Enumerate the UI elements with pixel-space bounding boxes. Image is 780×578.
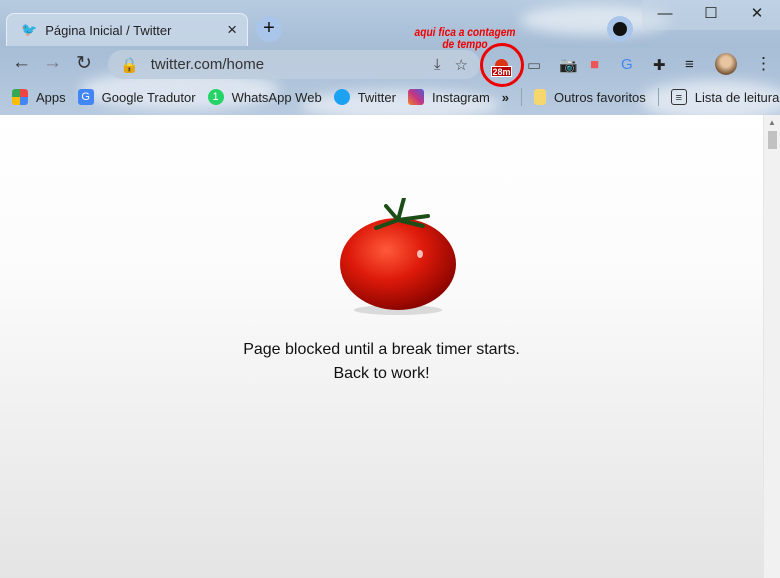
record-extension-icon[interactable]: ■ [590, 56, 599, 73]
apps-grid-icon [12, 89, 28, 105]
tab-title: Página Inicial / Twitter [45, 22, 172, 38]
bookmarks-more-button[interactable]: » [502, 90, 509, 105]
url-text: twitter.com/home [150, 56, 265, 73]
twitter-icon: 🐦 [21, 22, 38, 37]
tab-close-button[interactable]: × [227, 20, 237, 40]
reload-button[interactable]: ↻ [76, 52, 92, 75]
browser-chrome: 🐦 Página Inicial / Twitter × + — ☐ ✕ ← →… [0, 0, 780, 115]
blocked-message: Page blocked until a break timer starts. [243, 341, 520, 358]
bookmark-apps[interactable]: Apps [12, 89, 66, 105]
address-bar[interactable]: 🔒 twitter.com/home ⤓ ☆ [108, 50, 480, 79]
back-to-work-message: Back to work! [333, 365, 430, 382]
avatar[interactable] [715, 53, 737, 75]
instagram-icon [407, 89, 424, 105]
new-tab-button[interactable]: + [256, 16, 282, 42]
page-content: Page blocked until a break timer starts.… [0, 115, 763, 578]
reading-list-button[interactable]: ≡ Lista de leitura [670, 89, 779, 105]
scrollbar-thumb[interactable] [768, 131, 777, 149]
cast-extension-icon[interactable]: ▭ [527, 56, 541, 74]
menu-button[interactable]: ⋮ [755, 54, 772, 74]
install-icon[interactable]: ⤓ [434, 56, 441, 73]
bookmark-whatsapp[interactable]: 1 WhatsApp Web [207, 89, 322, 105]
bookmark-star-icon[interactable]: ☆ [455, 56, 468, 74]
maximize-button[interactable]: ☐ [688, 0, 734, 30]
back-button[interactable]: ← [12, 52, 31, 74]
pomodoro-extension-button[interactable]: 28m [491, 59, 512, 77]
extensions-puzzle-icon[interactable]: ✚ [653, 56, 666, 74]
bookmark-google-tradutor[interactable]: G Google Tradutor [77, 89, 196, 105]
folder-icon [534, 89, 547, 105]
tomato-image [340, 198, 456, 315]
divider [521, 88, 523, 106]
tab-search-button[interactable] [607, 16, 633, 42]
bookmark-other-favorites[interactable]: Outros favoritos [534, 89, 646, 105]
close-window-button[interactable]: ✕ [734, 0, 780, 30]
twitter-icon [333, 89, 350, 105]
divider [657, 88, 659, 106]
minimize-button[interactable]: — [642, 0, 688, 30]
google-translate-icon: G [77, 89, 94, 105]
timer-badge: 28m [491, 66, 512, 77]
lock-icon: 🔒 [120, 56, 139, 74]
media-control-icon[interactable]: ≡ [685, 56, 694, 73]
bookmark-twitter[interactable]: Twitter [333, 89, 396, 105]
scroll-up-arrow[interactable]: ▲ [768, 118, 776, 127]
tab-twitter[interactable]: 🐦 Página Inicial / Twitter × [6, 13, 248, 46]
whatsapp-icon: 1 [207, 89, 224, 105]
translate-extension-icon[interactable]: G [621, 56, 633, 73]
scrollbar[interactable]: ▲ [763, 115, 780, 578]
reading-list-icon: ≡ [670, 89, 687, 105]
camera-extension-icon[interactable]: 📷 [559, 56, 578, 74]
forward-button[interactable]: → [43, 52, 62, 74]
bookmark-instagram[interactable]: Instagram [407, 89, 490, 105]
bookmarks-bar: Apps G Google Tradutor 1 WhatsApp Web Twit… [0, 86, 780, 108]
